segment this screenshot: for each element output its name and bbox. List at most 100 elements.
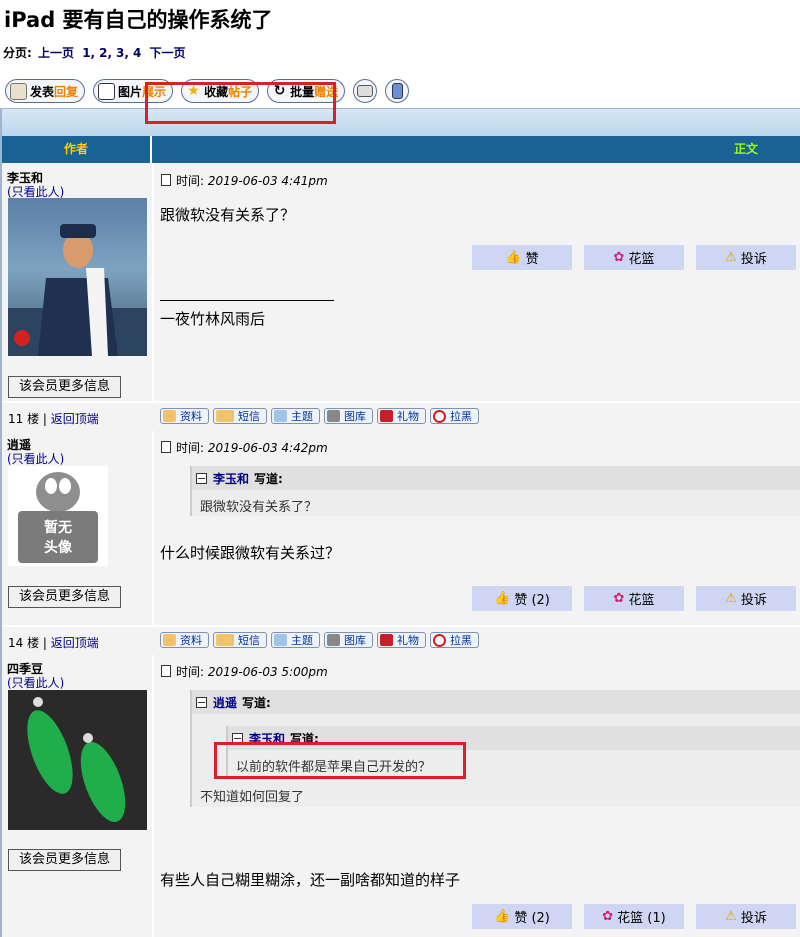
flower-basket-button[interactable]: ✿ 花篮: [584, 586, 684, 611]
printer-icon: [357, 85, 374, 97]
user-tool-buttons: 资料 短信 主题 图库 礼物 拉黑: [160, 408, 479, 424]
back-to-top-link[interactable]: 返回顶端: [51, 412, 99, 426]
report-button[interactable]: ⚠ 投诉: [696, 586, 796, 611]
gift-icon: [380, 410, 393, 422]
mobile-button[interactable]: [385, 79, 410, 103]
pager-page-4[interactable]: 4: [133, 46, 141, 60]
phone-icon: [391, 83, 403, 99]
user-tool-buttons: 资料 短信 主题 图库 礼物 拉黑: [160, 632, 479, 648]
user-icon: [163, 634, 176, 646]
flower-icon: ✿: [613, 591, 625, 606]
post-2-footer: 14 楼 | 返回顶端 资料 短信 主题 图库 礼物 拉黑: [2, 625, 800, 655]
quote-header: 李玉和 写道:: [192, 466, 800, 490]
flower-basket-button[interactable]: ✿ 花篮: [584, 245, 684, 270]
user-icon: [163, 410, 176, 422]
only-this-user-link[interactable]: (只看此人): [7, 674, 64, 691]
signature-divider: [160, 300, 334, 301]
gift-button[interactable]: 礼物: [377, 408, 426, 424]
message-button[interactable]: 短信: [213, 408, 267, 424]
like-button[interactable]: 👍 赞 (2): [472, 586, 572, 611]
post-icon: [10, 82, 27, 100]
avatar[interactable]: 暂无 头像: [8, 466, 108, 566]
collapse-icon[interactable]: [196, 696, 207, 708]
avatar-portrait-image: [8, 224, 147, 356]
thumbs-up-icon: 👍: [505, 250, 522, 265]
gift-button[interactable]: 礼物: [377, 632, 426, 648]
member-info-button[interactable]: 该会员更多信息: [8, 586, 121, 608]
only-this-user-link[interactable]: (只看此人): [7, 450, 64, 467]
profile-button[interactable]: 资料: [160, 408, 209, 424]
floor-number: 11 楼 | 返回顶端: [8, 412, 99, 426]
flower-basket-button[interactable]: ✿ 花篮 (1): [584, 904, 684, 929]
post-body: 有些人自己糊里糊涂，还一副啥都知道的样子: [160, 871, 461, 889]
gift-icon: [380, 634, 393, 646]
no-avatar-placeholder: 暂无 头像: [18, 472, 98, 563]
thumbs-up-icon: 👍: [494, 909, 511, 924]
block-icon: [433, 409, 446, 423]
thread-table: 作者 正文 李玉和 (只看此人) 该会员更多信息 时间: 2019-06-03 …: [0, 82, 800, 937]
document-icon: [161, 665, 171, 677]
topics-icon: [274, 634, 287, 646]
topics-button[interactable]: 主题: [271, 632, 320, 648]
post-1: 李玉和 (只看此人) 该会员更多信息 时间: 2019-06-03 4:41pm…: [2, 82, 800, 401]
post-actions: 👍 赞 ✿ 花篮 ⚠ 投诉: [472, 245, 796, 270]
collapse-icon[interactable]: [196, 472, 207, 484]
pager-prev[interactable]: 上一页: [38, 46, 74, 60]
camera-icon: [327, 634, 340, 646]
pager: 分页: 上一页 1, 2, 3, 4 下一页: [3, 44, 188, 61]
author-column-header: 作者: [2, 136, 152, 163]
post-2: 逍遥 (只看此人) 暂无 头像 该会员更多信息 时间: 2019-06-03 4…: [2, 431, 800, 625]
camera-icon: [327, 410, 340, 422]
thread-top-bar: [2, 108, 800, 137]
pager-page-1[interactable]: 1,: [82, 46, 95, 60]
avatar[interactable]: [8, 690, 147, 830]
flower-icon: ✿: [613, 250, 625, 265]
warning-icon: ⚠: [725, 250, 737, 265]
jade-pendant-image: [27, 697, 126, 822]
post-3: 四季豆 (只看此人) 该会员更多信息 时间: 2019-06-03 5:00pm…: [2, 655, 800, 937]
gallery-button[interactable]: 图库: [324, 408, 373, 424]
topics-icon: [274, 410, 287, 422]
highlight-box: [145, 82, 336, 124]
post-time: 时间: 2019-06-03 5:00pm: [161, 663, 328, 680]
post-time: 时间: 2019-06-03 4:42pm: [161, 439, 328, 456]
block-icon: [433, 633, 446, 647]
pager-next[interactable]: 下一页: [150, 46, 186, 60]
post-time: 时间: 2019-06-03 4:41pm: [161, 172, 328, 189]
quote-block: 李玉和 写道: 跟微软没有关系了？: [190, 466, 800, 516]
table-header: 作者 正文: [2, 136, 800, 163]
document-icon: [161, 441, 171, 453]
users-icon: [216, 410, 234, 422]
post-actions: 👍 赞 (2) ✿ 花篮 (1) ⚠ 投诉: [472, 904, 796, 929]
profile-button[interactable]: 资料: [160, 632, 209, 648]
quote-header: 逍遥 写道:: [192, 690, 800, 714]
warning-icon: ⚠: [725, 909, 737, 924]
pager-page-3[interactable]: 3,: [116, 46, 129, 60]
member-info-button[interactable]: 该会员更多信息: [8, 849, 121, 871]
like-button[interactable]: 👍 赞 (2): [472, 904, 572, 929]
gallery-button[interactable]: 图库: [324, 632, 373, 648]
block-button[interactable]: 拉黑: [430, 408, 479, 424]
message-button[interactable]: 短信: [213, 632, 267, 648]
pager-page-2[interactable]: 2,: [99, 46, 112, 60]
member-info-button[interactable]: 该会员更多信息: [8, 376, 121, 398]
svg-text:头像: 头像: [44, 539, 73, 556]
floor-number: 14 楼 | 返回顶端: [8, 636, 99, 650]
flower-icon: ✿: [602, 909, 614, 924]
block-button[interactable]: 拉黑: [430, 632, 479, 648]
avatar[interactable]: [8, 198, 147, 356]
report-button[interactable]: ⚠ 投诉: [696, 904, 796, 929]
print-button[interactable]: [353, 79, 378, 103]
post-body: 跟微软没有关系了？: [160, 206, 296, 224]
like-button[interactable]: 👍 赞: [472, 245, 572, 270]
pager-label: 分页:: [3, 46, 32, 60]
quote-text: 跟微软没有关系了？: [200, 500, 318, 515]
quote-text: 不知道如何回复了: [200, 790, 305, 805]
post-reply-button[interactable]: 发表 回复: [5, 79, 86, 103]
picture-icon: [98, 82, 116, 100]
page-title: iPad 要有自己的操作系统了: [4, 8, 273, 32]
signature: 一夜竹林风雨后: [160, 310, 266, 328]
report-button[interactable]: ⚠ 投诉: [696, 245, 796, 270]
back-to-top-link[interactable]: 返回顶端: [51, 636, 99, 650]
topics-button[interactable]: 主题: [271, 408, 320, 424]
